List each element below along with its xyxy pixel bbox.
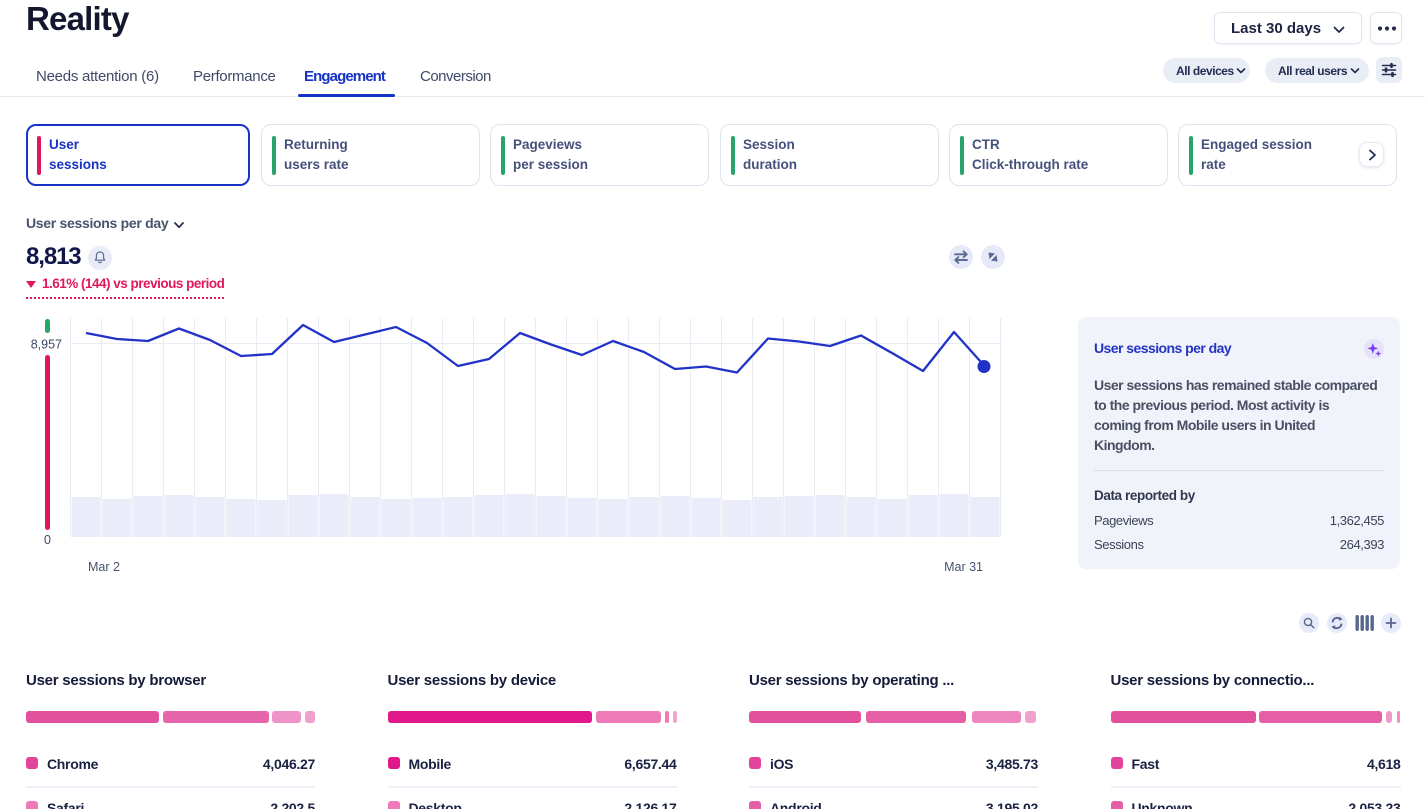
svg-text:Mar 31: Mar 31 (944, 560, 983, 574)
svg-text:8,957: 8,957 (31, 338, 62, 352)
svg-text:0: 0 (44, 533, 51, 547)
svg-text:Mar 2: Mar 2 (88, 560, 120, 574)
